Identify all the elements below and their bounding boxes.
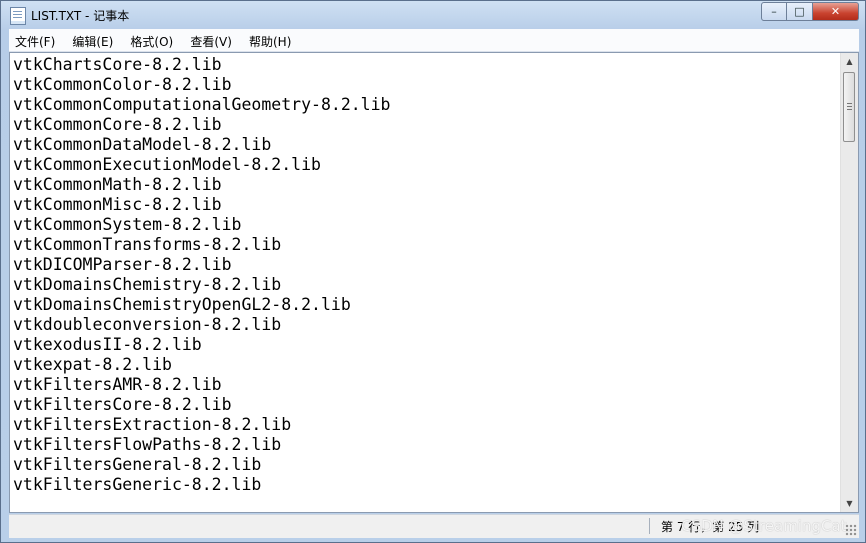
text-line: vtkFiltersAMR-8.2.lib (13, 375, 222, 394)
text-line: vtkCommonMath-8.2.lib (13, 175, 222, 194)
text-line: vtkCommonCore-8.2.lib (13, 115, 222, 134)
text-line: vtkFiltersExtraction-8.2.lib (13, 415, 292, 434)
menu-view[interactable]: 查看(V) (184, 29, 238, 50)
menu-edit[interactable]: 编辑(E) (66, 29, 119, 50)
text-line: vtkexodusII-8.2.lib (13, 335, 202, 354)
text-line: vtkDomainsChemistryOpenGL2-8.2.lib (13, 295, 351, 314)
text-line: vtkCommonMisc-8.2.lib (13, 195, 222, 214)
arrow-down-icon[interactable]: ▼ (841, 495, 858, 512)
text-line: vtkCommonTransforms-8.2.lib (13, 235, 282, 254)
scrollbar-thumb[interactable] (843, 72, 855, 142)
text-line: vtkDICOMParser-8.2.lib (13, 255, 232, 274)
text-line: vtkCommonExecutionModel-8.2.lib (13, 155, 321, 174)
text-line: vtkFiltersCore-8.2.lib (13, 395, 232, 414)
window-title: LIST.TXT - 记事本 (31, 9, 130, 23)
watermark: CSDN @StreamingCat. (681, 517, 852, 535)
text-line: vtkCommonColor-8.2.lib (13, 75, 232, 94)
text-line: vtkdoubleconversion-8.2.lib (13, 315, 282, 334)
text-line: vtkCommonComputationalGeometry-8.2.lib (13, 95, 391, 114)
status-bar: 第 7 行，第 25 列 CSDN @StreamingCat. (9, 514, 859, 538)
maximize-button[interactable]: □ (787, 2, 813, 21)
text-line: vtkChartsCore-8.2.lib (13, 55, 222, 74)
resize-grip-icon[interactable] (845, 524, 857, 536)
text-editor[interactable]: vtkChartsCore-8.2.lib vtkCommonColor-8.2… (9, 52, 859, 513)
caption-buttons: – □ ✕ (761, 2, 859, 21)
text-line: vtkFiltersGeneral-8.2.lib (13, 455, 262, 474)
text-content[interactable]: vtkChartsCore-8.2.lib vtkCommonColor-8.2… (13, 55, 841, 511)
arrow-up-icon[interactable]: ▲ (841, 53, 858, 70)
notepad-icon[interactable] (10, 7, 26, 25)
menu-bar: 文件(F) 编辑(E) 格式(O) 查看(V) 帮助(H) (9, 29, 859, 52)
minimize-button[interactable]: – (761, 2, 787, 21)
menu-file[interactable]: 文件(F) (9, 29, 61, 50)
text-line: vtkexpat-8.2.lib (13, 355, 172, 374)
menu-help[interactable]: 帮助(H) (243, 29, 297, 50)
title-bar[interactable]: LIST.TXT - 记事本 – □ ✕ (1, 1, 865, 29)
status-divider (649, 518, 650, 534)
text-line: vtkCommonSystem-8.2.lib (13, 215, 242, 234)
menu-format[interactable]: 格式(O) (124, 29, 179, 50)
close-button[interactable]: ✕ (813, 2, 859, 21)
text-line: vtkFiltersGeneric-8.2.lib (13, 475, 262, 494)
text-line: vtkCommonDataModel-8.2.lib (13, 135, 272, 154)
text-line: vtkFiltersFlowPaths-8.2.lib (13, 435, 282, 454)
text-line: vtkDomainsChemistry-8.2.lib (13, 275, 282, 294)
vertical-scrollbar[interactable]: ▲ ▼ (840, 53, 858, 512)
notepad-window: LIST.TXT - 记事本 – □ ✕ 文件(F) 编辑(E) 格式(O) 查… (0, 0, 866, 543)
